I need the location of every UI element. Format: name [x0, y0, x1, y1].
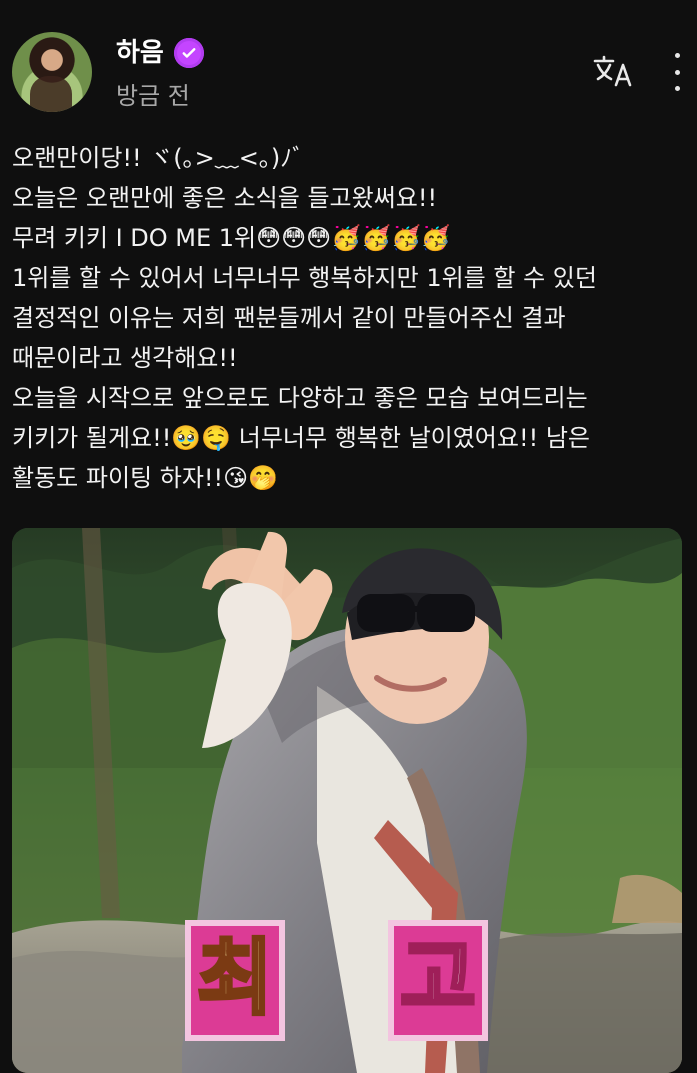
username[interactable]: 하음 — [116, 38, 164, 68]
post-line: 활동도 파이팅 하자!!😘🤭 — [12, 464, 279, 492]
caption-left: 최 — [197, 931, 272, 1026]
translate-icon[interactable] — [592, 53, 634, 91]
post-line: 무려 키키 I DO ME 1위😳😳😳🥳🥳🥳🥳 — [12, 224, 451, 252]
post-line: 결정적인 이유는 저희 팬분들께서 같이 만들어주신 결과 — [12, 304, 566, 332]
caption-right: 고 — [400, 931, 475, 1026]
post-line: 때문이라고 생각해요!! — [12, 344, 238, 372]
more-options-icon[interactable] — [666, 53, 688, 91]
post-line: 오늘은 오랜만에 좋은 소식을 들고왔써요!! — [12, 184, 438, 212]
avatar[interactable] — [12, 32, 92, 112]
author-row: 하음 — [116, 38, 204, 68]
post-time: 방금 전 — [116, 82, 190, 110]
post-line: 오랜만이당!! ヾ(｡>﹏<｡)ﾉﾞ — [12, 144, 305, 172]
post-line: 오늘을 시작으로 앞으로도 다양하고 좋은 모습 보여드리는 — [12, 384, 588, 412]
post-line: 1위를 할 수 있어서 너무너무 행복하지만 1위를 할 수 있던 — [12, 264, 597, 292]
verified-badge-icon — [173, 38, 204, 68]
post-line: 키키가 될게요!!🥹🤤 너무너무 행복한 날이였어요!! 남은 — [12, 424, 590, 452]
post-header: 하음 방금 전 — [0, 0, 697, 120]
post-image[interactable]: 최 고 — [12, 528, 682, 1073]
checkmark-icon — [182, 48, 196, 58]
post-body: 오랜만이당!! ヾ(｡>﹏<｡)ﾉﾞ 오늘은 오랜만에 좋은 소식을 들고왔써요… — [12, 138, 682, 498]
